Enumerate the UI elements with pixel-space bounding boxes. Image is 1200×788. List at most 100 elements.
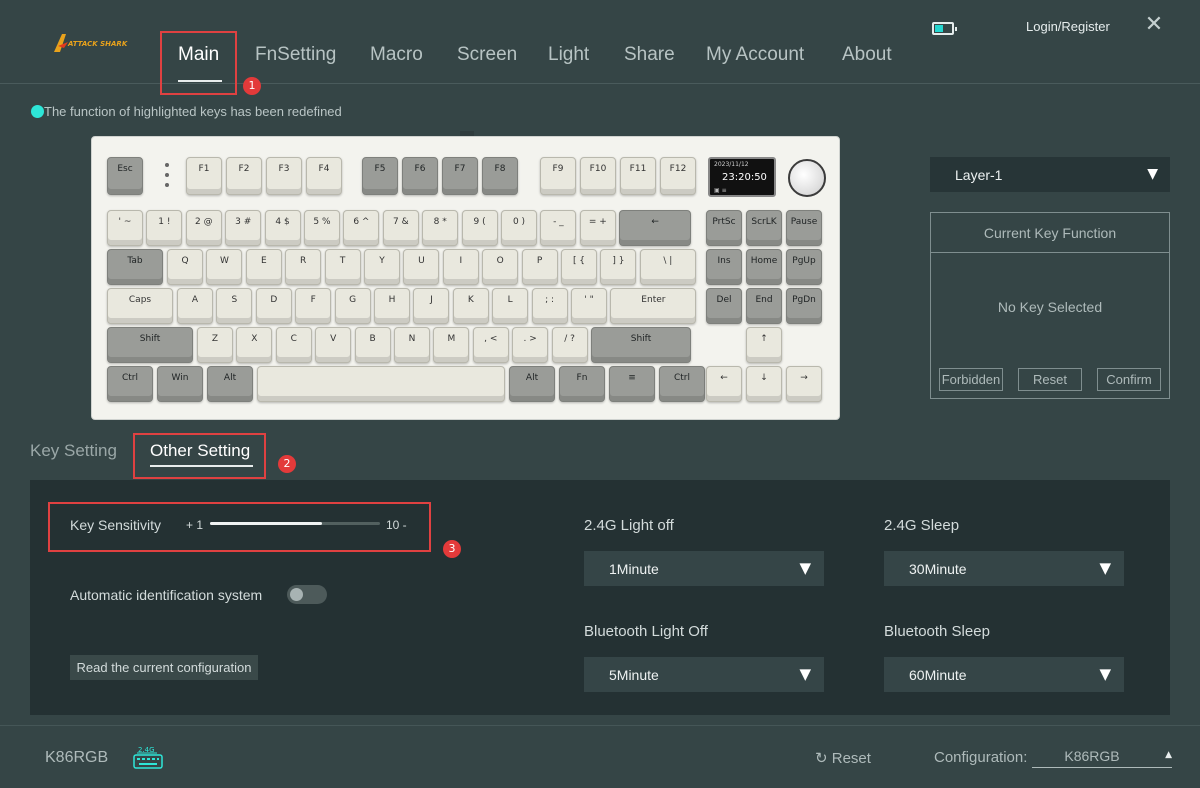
key-num-4[interactable]: 4 $: [264, 210, 301, 246]
key-z-9[interactable]: . >: [512, 327, 549, 363]
auto-identification-toggle[interactable]: [287, 585, 327, 604]
key-f4[interactable]: F4: [306, 157, 342, 195]
key-esc[interactable]: Esc: [107, 157, 143, 195]
key-num-8[interactable]: 8 *: [422, 210, 459, 246]
confirm-button[interactable]: Confirm: [1097, 368, 1161, 391]
key-enter[interactable]: Enter: [610, 288, 697, 324]
key-z-10[interactable]: / ?: [551, 327, 588, 363]
sleep-24g-select[interactable]: 30Minute ▼: [884, 551, 1124, 586]
key-pgdn[interactable]: PgDn: [786, 288, 822, 324]
read-configuration-button[interactable]: Read the current configuration: [70, 655, 258, 680]
key-num-11[interactable]: - _: [540, 210, 577, 246]
key-f11[interactable]: F11: [620, 157, 656, 195]
key-f7[interactable]: F7: [442, 157, 478, 195]
key-f5[interactable]: F5: [362, 157, 398, 195]
key-home[interactable]: Home: [746, 249, 782, 285]
key-num-1[interactable]: 1 !: [146, 210, 183, 246]
reset-key-button[interactable]: Reset: [1018, 368, 1082, 391]
key-q-2[interactable]: W: [206, 249, 243, 285]
key-f9[interactable]: F9: [540, 157, 576, 195]
key-num-3[interactable]: 3 #: [225, 210, 262, 246]
key-a-11[interactable]: ' ": [571, 288, 607, 324]
nav-my-account[interactable]: My Account: [706, 44, 804, 66]
key-end[interactable]: End: [746, 288, 782, 324]
key-menu[interactable]: ≡: [609, 366, 655, 402]
key-a-9[interactable]: L: [492, 288, 529, 324]
key-q-13[interactable]: \ |: [639, 249, 696, 285]
key-scrlk[interactable]: ScrLK: [746, 210, 782, 246]
key-shift-left[interactable]: Shift: [107, 327, 193, 363]
key-alt-right[interactable]: Alt: [509, 366, 555, 402]
nav-share[interactable]: Share: [624, 44, 675, 66]
key-z-4[interactable]: V: [315, 327, 352, 363]
key-num-6[interactable]: 6 ^: [343, 210, 380, 246]
key-a-2[interactable]: S: [216, 288, 253, 324]
key-q-6[interactable]: Y: [364, 249, 400, 285]
bluetooth-sleep-select[interactable]: 60Minute ▼: [884, 657, 1124, 692]
key-arrow-right[interactable]: →: [786, 366, 822, 402]
key-q-1[interactable]: Q: [167, 249, 203, 285]
nav-light[interactable]: Light: [548, 44, 589, 66]
key-q-4[interactable]: R: [285, 249, 322, 285]
key-num-5[interactable]: 5 %: [304, 210, 340, 246]
key-alt-left[interactable]: Alt: [207, 366, 253, 402]
key-num-0[interactable]: ' ~: [107, 210, 143, 246]
key-arrow-down[interactable]: ↓: [746, 366, 782, 402]
nav-screen[interactable]: Screen: [457, 44, 517, 66]
key-num-7[interactable]: 7 &: [382, 210, 419, 246]
key-a-8[interactable]: K: [452, 288, 489, 324]
key-prtsc[interactable]: PrtSc: [706, 210, 742, 246]
key-num-9[interactable]: 9 (: [461, 210, 498, 246]
key-num-10[interactable]: 0 ): [501, 210, 537, 246]
key-ctrl-left[interactable]: Ctrl: [107, 366, 153, 402]
reset-config-button[interactable]: ↻ Reset: [815, 749, 871, 767]
key-space[interactable]: [257, 366, 505, 402]
key-q-10[interactable]: P: [521, 249, 558, 285]
key-q-3[interactable]: E: [245, 249, 282, 285]
key-ins[interactable]: Ins: [706, 249, 742, 285]
key-backspace[interactable]: ←: [619, 210, 692, 246]
key-arrow-up[interactable]: ↑: [746, 327, 782, 363]
key-caps[interactable]: Caps: [107, 288, 173, 324]
key-num-2[interactable]: 2 @: [185, 210, 222, 246]
key-z-6[interactable]: N: [394, 327, 430, 363]
login-register-link[interactable]: Login/Register: [1026, 19, 1110, 34]
bluetooth-light-off-select[interactable]: 5Minute ▼: [584, 657, 824, 692]
key-q-11[interactable]: [ {: [561, 249, 597, 285]
tab-key-setting[interactable]: Key Setting: [30, 441, 117, 461]
key-z-2[interactable]: X: [236, 327, 273, 363]
key-f6[interactable]: F6: [402, 157, 438, 195]
key-f10[interactable]: F10: [580, 157, 616, 195]
key-ctrl-right[interactable]: Ctrl: [659, 366, 705, 402]
key-pause[interactable]: Pause: [786, 210, 822, 246]
key-q-9[interactable]: O: [482, 249, 519, 285]
key-del[interactable]: Del: [706, 288, 742, 324]
key-a-7[interactable]: J: [413, 288, 450, 324]
key-num-12[interactable]: = +: [579, 210, 616, 246]
key-a-4[interactable]: F: [295, 288, 332, 324]
key-f2[interactable]: F2: [226, 157, 262, 195]
key-win[interactable]: Win: [157, 366, 203, 402]
key-z-3[interactable]: C: [275, 327, 312, 363]
key-a-6[interactable]: H: [374, 288, 410, 324]
key-q-12[interactable]: ] }: [600, 249, 637, 285]
key-tab[interactable]: Tab: [107, 249, 163, 285]
key-f12[interactable]: F12: [660, 157, 696, 195]
nav-macro[interactable]: Macro: [370, 44, 423, 66]
key-z-5[interactable]: B: [354, 327, 391, 363]
volume-knob[interactable]: [788, 159, 826, 197]
nav-fnsetting[interactable]: FnSetting: [255, 44, 336, 66]
key-z-7[interactable]: M: [433, 327, 470, 363]
configuration-select[interactable]: K86RGB ▲: [1032, 748, 1172, 768]
nav-about[interactable]: About: [842, 44, 892, 66]
close-icon[interactable]: ✕: [1144, 14, 1164, 36]
key-z-1[interactable]: Z: [197, 327, 233, 363]
key-q-5[interactable]: T: [324, 249, 361, 285]
key-a-10[interactable]: ; :: [531, 288, 568, 324]
key-arrow-left[interactable]: ←: [706, 366, 742, 402]
key-f1[interactable]: F1: [186, 157, 222, 195]
light-off-24g-select[interactable]: 1Minute ▼: [584, 551, 824, 586]
key-a-1[interactable]: A: [177, 288, 213, 324]
key-q-7[interactable]: U: [403, 249, 440, 285]
key-a-3[interactable]: D: [255, 288, 292, 324]
